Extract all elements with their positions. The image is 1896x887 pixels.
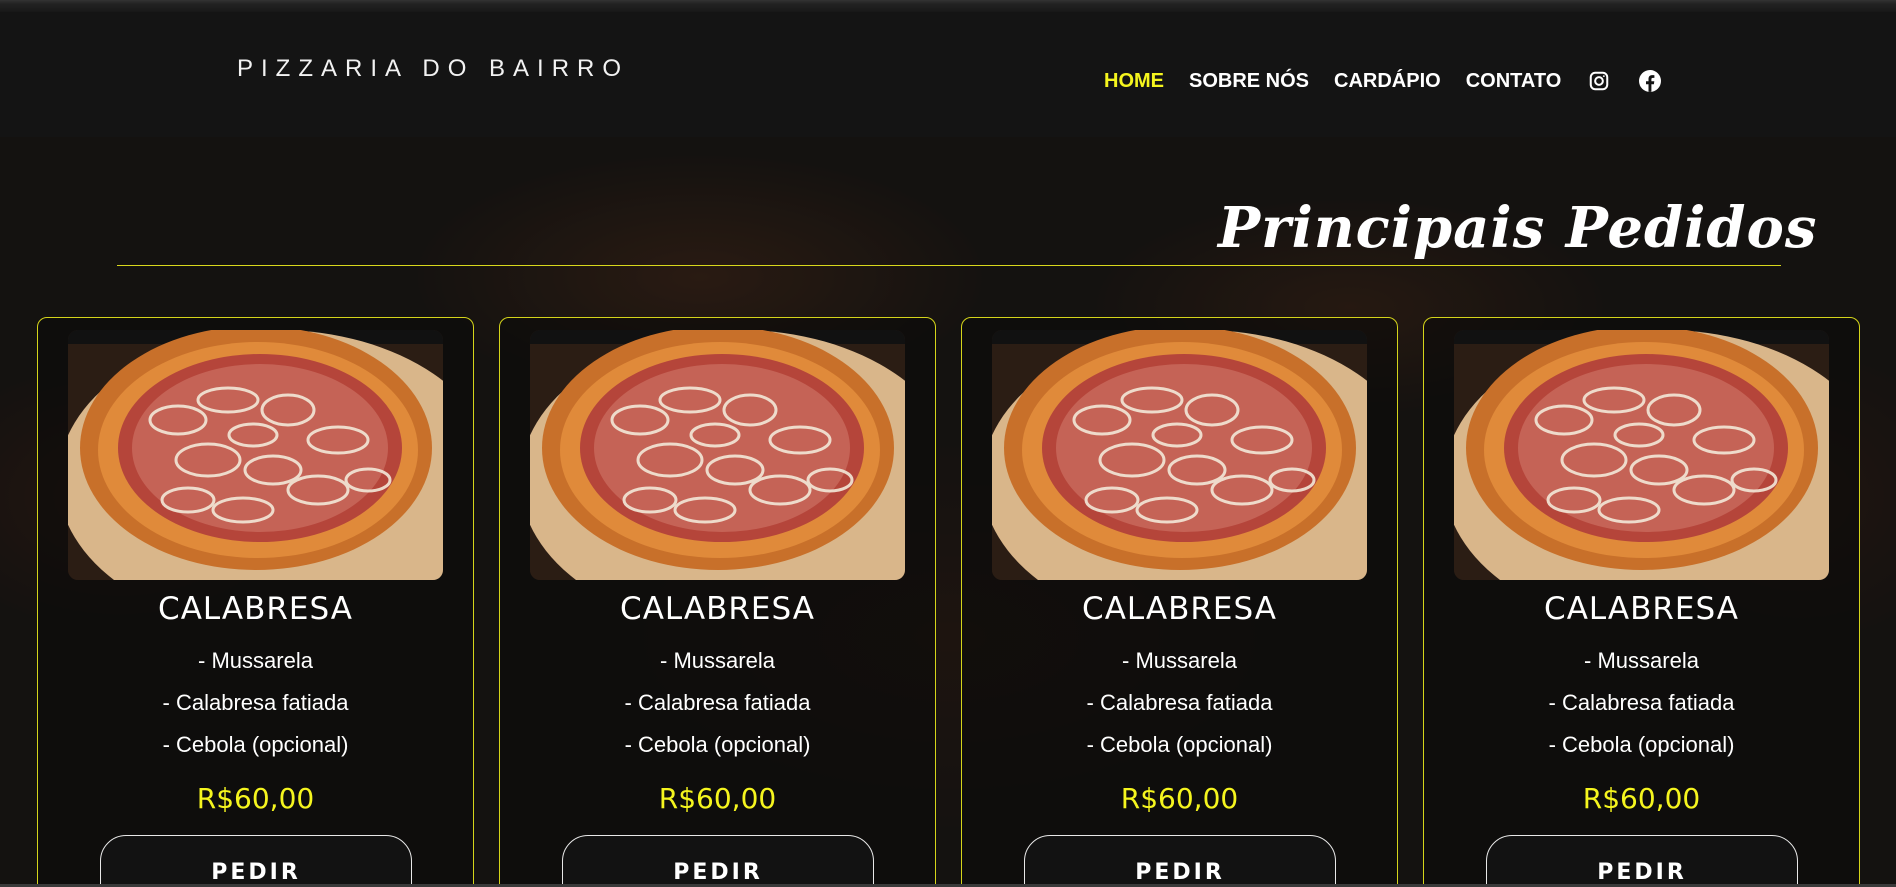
order-button[interactable]: PEDIR	[562, 835, 874, 887]
browser-top-strip	[0, 0, 1896, 12]
brand-logo[interactable]: PIZZARIA DO BAIRRO	[237, 55, 629, 83]
nav-home[interactable]: HOME	[1104, 70, 1164, 93]
price-label: R$60,00	[196, 782, 315, 815]
order-button[interactable]: PEDIR	[1486, 835, 1798, 887]
ingredient-item: - Mussarela	[198, 648, 313, 673]
ingredient-item: - Cebola (opcional)	[624, 732, 811, 757]
price-label: R$60,00	[1120, 782, 1239, 815]
ingredient-item: - Mussarela	[660, 648, 775, 673]
nav-sobre-nos[interactable]: SOBRE NÓS	[1189, 70, 1309, 93]
order-button[interactable]: PEDIR	[1024, 835, 1336, 887]
ingredient-item: - Calabresa fatiada	[162, 690, 349, 715]
pizza-name: CALABRESA	[1082, 591, 1277, 627]
pizza-image	[992, 330, 1367, 580]
pizza-name: CALABRESA	[620, 591, 815, 627]
price-label: R$60,00	[1582, 782, 1701, 815]
product-card: CALABRESA - Mussarela - Calabresa fatiad…	[961, 317, 1398, 887]
product-card: CALABRESA - Mussarela - Calabresa fatiad…	[37, 317, 474, 887]
product-card: CALABRESA - Mussarela - Calabresa fatiad…	[499, 317, 936, 887]
order-button[interactable]: PEDIR	[100, 835, 412, 887]
instagram-icon[interactable]	[1586, 68, 1612, 94]
pizza-image	[68, 330, 443, 580]
section-title: Principais Pedidos	[1218, 195, 1818, 261]
ingredient-item: - Calabresa fatiada	[1086, 690, 1273, 715]
ingredient-item: - Cebola (opcional)	[162, 732, 349, 757]
product-card-list: CALABRESA - Mussarela - Calabresa fatiad…	[37, 317, 1860, 887]
featured-section: Principais Pedidos CALABRESA - Mussarela…	[0, 137, 1896, 887]
main-nav: HOME SOBRE NÓS CARDÁPIO CONTATO	[1104, 68, 1663, 94]
ingredient-item: - Cebola (opcional)	[1086, 732, 1273, 757]
pizza-name: CALABRESA	[158, 591, 353, 627]
ingredient-item: - Mussarela	[1584, 648, 1699, 673]
product-card: CALABRESA - Mussarela - Calabresa fatiad…	[1423, 317, 1860, 887]
pizza-image	[530, 330, 905, 580]
site-header: PIZZARIA DO BAIRRO HOME SOBRE NÓS CARDÁP…	[0, 12, 1896, 137]
ingredient-item: - Calabresa fatiada	[624, 690, 811, 715]
price-label: R$60,00	[658, 782, 777, 815]
pizza-name: CALABRESA	[1544, 591, 1739, 627]
ingredient-item: - Mussarela	[1122, 648, 1237, 673]
title-divider	[117, 265, 1781, 266]
facebook-icon[interactable]	[1637, 68, 1663, 94]
pizza-image	[1454, 330, 1829, 580]
nav-cardapio[interactable]: CARDÁPIO	[1334, 70, 1441, 93]
ingredient-item: - Cebola (opcional)	[1548, 732, 1735, 757]
nav-contato[interactable]: CONTATO	[1466, 70, 1562, 93]
ingredient-item: - Calabresa fatiada	[1548, 690, 1735, 715]
